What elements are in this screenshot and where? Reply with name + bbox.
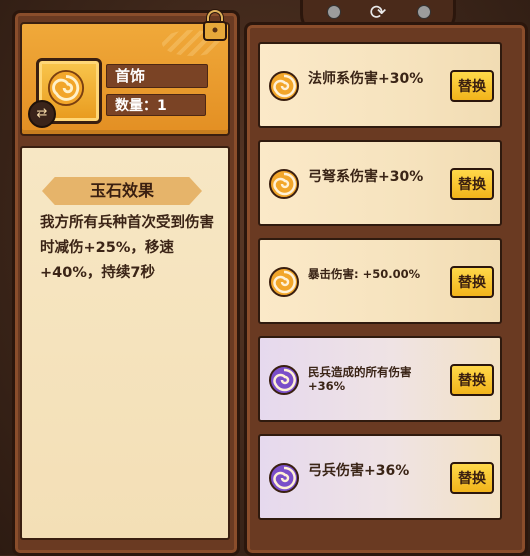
purple-jade-icon xyxy=(269,463,299,493)
swap-icon[interactable]: ⇄ xyxy=(28,100,56,128)
option-text: 民兵造成的所有伤害+36% xyxy=(308,365,412,393)
option-card: 民兵造成的所有伤害+36% 替换 xyxy=(258,336,502,422)
effect-title: 玉石效果 xyxy=(42,177,202,205)
item-name-row: 首饰 xyxy=(106,64,208,88)
replace-button[interactable]: 替换 xyxy=(450,266,494,298)
rivet-icon xyxy=(327,5,341,19)
option-text: 法师系伤害+30% xyxy=(308,71,424,87)
effect-panel xyxy=(20,146,230,540)
replace-button[interactable]: 替换 xyxy=(450,364,494,396)
item-quantity: 数量：1 xyxy=(106,94,206,116)
replace-button[interactable]: 替换 xyxy=(450,70,494,102)
lock-icon[interactable] xyxy=(200,8,230,42)
option-card: 法师系伤害+30% 替换 xyxy=(258,42,502,128)
purple-jade-icon xyxy=(269,365,299,395)
option-text: 弓弩系伤害+30% xyxy=(308,169,424,185)
option-card: 弓兵伤害+36% 替换 xyxy=(258,434,502,520)
option-text: 弓兵伤害+36% xyxy=(308,463,410,479)
gold-jade-icon xyxy=(269,169,299,199)
replace-button[interactable]: 替换 xyxy=(450,168,494,200)
rivet-icon xyxy=(417,5,431,19)
effect-description: 我方所有兵种首次受到伤害时减伤+25%，移速+40%，持续7秒 xyxy=(40,215,214,281)
option-card: 暴击伤害: +50.00% 替换 xyxy=(258,238,502,324)
item-name: 首饰 xyxy=(115,67,146,85)
option-text: 暴击伤害: +50.00% xyxy=(308,267,421,281)
replace-button[interactable]: 替换 xyxy=(450,462,494,494)
jade-swirl-icon xyxy=(47,69,85,107)
gold-jade-icon xyxy=(269,267,299,297)
option-card: 弓弩系伤害+30% 替换 xyxy=(258,140,502,226)
gold-jade-icon xyxy=(269,71,299,101)
